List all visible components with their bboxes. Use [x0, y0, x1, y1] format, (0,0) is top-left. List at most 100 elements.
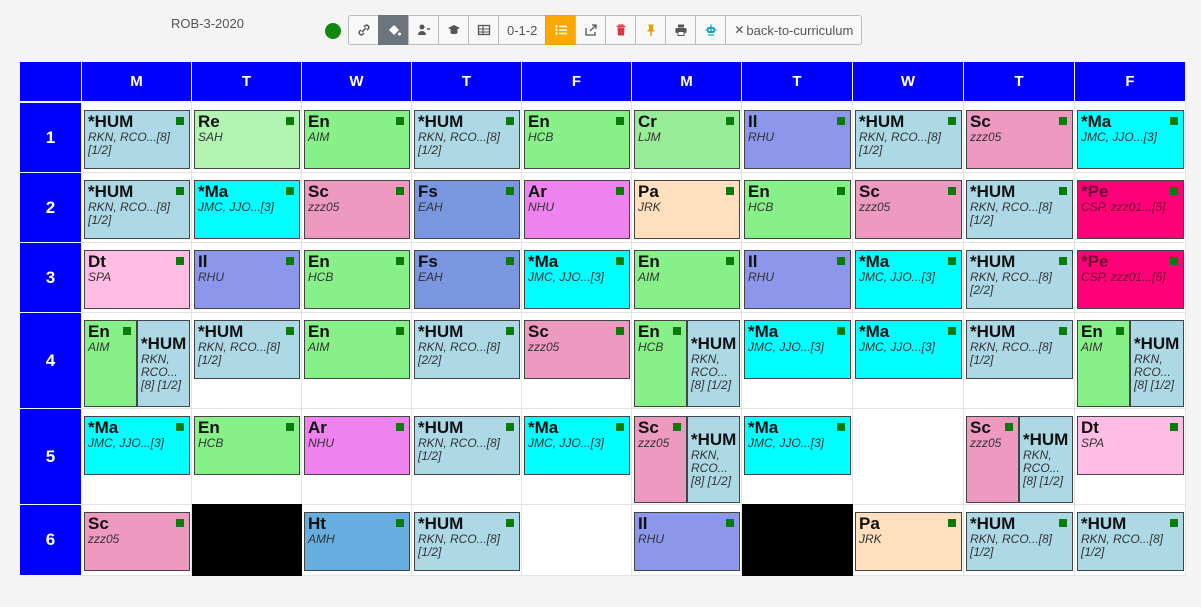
lesson-subject: *HUM — [141, 334, 187, 353]
lesson-card[interactable]: *Pe CSP, zzz01...[5] — [1077, 250, 1184, 309]
lesson-card[interactable]: *Ma JMC, JJO...[3] — [744, 320, 851, 379]
lesson-teachers: SPA — [88, 270, 112, 284]
lesson-card[interactable]: *HUM RKN, RCO...[8] [1/2] — [414, 416, 520, 475]
lesson-card[interactable]: *HUM RKN, RCO...[8] [1/2] — [966, 180, 1073, 239]
lesson-teachers: JRK — [859, 532, 882, 546]
lesson-card[interactable]: *Ma JMC, JJO...[3] — [1077, 110, 1184, 169]
lesson-marker-icon — [176, 187, 184, 195]
lesson-card[interactable]: Sc zzz05 — [966, 416, 1019, 503]
lesson-card[interactable]: *HUM RKN, RCO... [8] [1/2] — [687, 416, 740, 503]
lesson-card[interactable]: *HUM RKN, RCO...[8] [2/2] — [966, 250, 1073, 309]
lesson-card[interactable]: *HUM RKN, RCO...[8] [2/2] — [414, 320, 520, 379]
lesson-card[interactable]: Ar NHU — [304, 416, 410, 475]
lesson-card[interactable]: En AIM — [634, 250, 740, 309]
lesson-card[interactable]: Sc zzz05 — [966, 110, 1073, 169]
lesson-card[interactable]: Il RHU — [744, 110, 851, 169]
pin-button[interactable] — [635, 15, 667, 45]
lesson-card[interactable]: Sc zzz05 — [524, 320, 630, 379]
lesson-teachers: zzz05 — [638, 436, 670, 450]
period-header: 3 — [20, 243, 81, 312]
lesson-card[interactable]: *HUM RKN, RCO...[8] [1/2] — [855, 110, 962, 169]
lesson-card[interactable]: *Ma JMC, JJO...[3] — [855, 250, 962, 309]
lesson-card[interactable]: Cr LJM — [634, 110, 740, 169]
lesson-card[interactable]: *Pe CSP, zzz01...[5] — [1077, 180, 1184, 239]
lesson-marker-icon — [673, 327, 681, 335]
lesson-card[interactable]: En AIM — [1077, 320, 1130, 407]
lesson-marker-icon — [837, 423, 845, 431]
print-button[interactable] — [665, 15, 697, 45]
lesson-card[interactable]: *HUM RKN, RCO...[8] [1/2] — [414, 110, 520, 169]
table-button[interactable] — [468, 15, 499, 45]
lesson-card[interactable]: Il RHU — [744, 250, 851, 309]
lesson-card[interactable]: *Ma JMC, JJO...[3] — [524, 416, 630, 475]
lesson-card[interactable]: Pa JRK — [855, 512, 962, 571]
lesson-card[interactable]: *Ma JMC, JJO...[3] — [855, 320, 962, 379]
graduation-cap-button[interactable] — [438, 15, 469, 45]
link-button[interactable] — [348, 15, 379, 45]
lesson-card[interactable]: *HUM RKN, RCO...[8] [1/2] — [194, 320, 300, 379]
lesson-card[interactable]: *HUM RKN, RCO...[8] [1/2] — [966, 512, 1073, 571]
lesson-card[interactable]: En HCB — [524, 110, 630, 169]
pin-icon — [644, 23, 658, 37]
lesson-card[interactable]: *Ma JMC, JJO...[3] — [744, 416, 851, 475]
lesson-card[interactable]: *HUM RKN, RCO... [8] [1/2] — [687, 320, 740, 407]
lesson-card[interactable]: Sc zzz05 — [84, 512, 190, 571]
lesson-subject: Sc — [88, 514, 109, 533]
lesson-card[interactable]: En AIM — [84, 320, 137, 407]
lesson-marker-icon — [286, 257, 294, 265]
lesson-teachers: JMC, JJO...[3] — [1081, 130, 1158, 144]
lesson-teachers: zzz05 — [528, 340, 560, 354]
lesson-card[interactable]: Re SAH — [194, 110, 300, 169]
lesson-card[interactable]: En AIM — [304, 110, 410, 169]
lesson-card[interactable]: Sc zzz05 — [634, 416, 687, 503]
lesson-subject: *HUM — [970, 182, 1016, 201]
lesson-subject: *HUM — [970, 252, 1016, 271]
lesson-card[interactable]: *HUM RKN, RCO...[8] [1/2] — [966, 320, 1073, 379]
table-icon — [477, 23, 491, 37]
lesson-card[interactable]: Sc zzz05 — [304, 180, 410, 239]
lesson-card[interactable]: *HUM RKN, RCO...[8] [1/2] — [1077, 512, 1184, 571]
lesson-card[interactable]: Fs EAH — [414, 180, 520, 239]
blocked-slot[interactable] — [192, 504, 302, 576]
lesson-card[interactable]: Dt SPA — [1077, 416, 1184, 475]
lesson-card[interactable]: En AIM — [304, 320, 410, 379]
lesson-card[interactable]: *Ma JMC, JJO...[3] — [194, 180, 300, 239]
lesson-card[interactable]: *Ma JMC, JJO...[3] — [84, 416, 190, 475]
period-header: 5 — [20, 409, 81, 504]
lesson-marker-icon — [506, 519, 514, 527]
lesson-card[interactable]: Sc zzz05 — [855, 180, 962, 239]
lesson-group: [1/2] — [88, 213, 112, 227]
back-to-curriculum-button[interactable]: ✕ back-to-curriculum — [725, 15, 863, 45]
trash-button[interactable] — [605, 15, 637, 45]
lesson-card[interactable]: Fs EAH — [414, 250, 520, 309]
lesson-card[interactable]: Il RHU — [634, 512, 740, 571]
lesson-card[interactable]: Dt SPA — [84, 250, 190, 309]
paint-bucket-button[interactable] — [378, 15, 409, 45]
lesson-marker-icon — [396, 423, 404, 431]
export-button[interactable] — [575, 15, 607, 45]
lesson-card[interactable]: En HCB — [304, 250, 410, 309]
lesson-card[interactable]: *HUM RKN, RCO... [8] [1/2] — [1019, 416, 1073, 503]
trash-icon — [614, 23, 628, 37]
lesson-subject: *HUM — [970, 514, 1016, 533]
lesson-card[interactable]: *Ma JMC, JJO...[3] — [524, 250, 630, 309]
lesson-card[interactable]: *HUM RKN, RCO...[8] [1/2] — [84, 110, 190, 169]
lesson-card[interactable]: *HUM RKN, RCO...[8] [1/2] — [84, 180, 190, 239]
blocked-slot[interactable] — [742, 504, 853, 576]
lesson-card[interactable]: Ht AMH — [304, 512, 410, 571]
list-button[interactable] — [545, 15, 577, 45]
robot-button[interactable] — [695, 15, 727, 45]
lesson-card[interactable]: En HCB — [744, 180, 851, 239]
lesson-card[interactable]: En HCB — [634, 320, 687, 407]
lesson-card[interactable]: *HUM RKN, RCO... [8] [1/2] — [1130, 320, 1184, 407]
lesson-subject: Ht — [308, 514, 326, 533]
lesson-card[interactable]: Pa JRK — [634, 180, 740, 239]
lesson-card[interactable]: En HCB — [194, 416, 300, 475]
lesson-card[interactable]: *HUM RKN, RCO... [8] [1/2] — [137, 320, 190, 407]
teacher-button[interactable] — [408, 15, 439, 45]
day-header: T — [192, 62, 301, 101]
lesson-card[interactable]: *HUM RKN, RCO...[8] [1/2] — [414, 512, 520, 571]
lesson-card[interactable]: Il RHU — [194, 250, 300, 309]
lesson-card[interactable]: Ar NHU — [524, 180, 630, 239]
period-range-button[interactable]: 0-1-2 — [498, 15, 547, 45]
